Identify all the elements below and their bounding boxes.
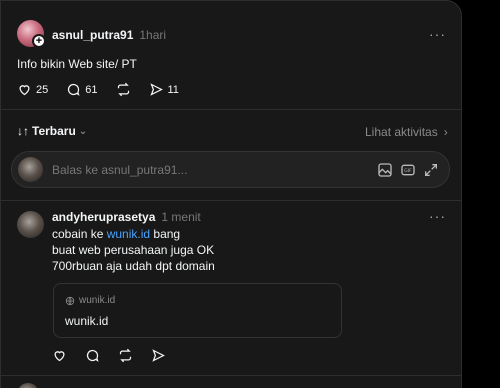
- divider: [1, 375, 461, 376]
- comment-link[interactable]: wunik.id: [107, 227, 150, 241]
- sort-label: Terbaru: [32, 124, 76, 138]
- globe-icon: [65, 296, 75, 305]
- reply-placeholder: Balas ke asnul_putra91...: [52, 163, 188, 177]
- chevron-down-icon: ⌄: [78, 125, 88, 137]
- comment-text: cobain ke wunik.id bang buat web perusah…: [52, 226, 215, 274]
- comment-line-1-prefix: cobain ke: [52, 227, 107, 241]
- heart-icon: [54, 351, 65, 362]
- chevron-right-icon: ›: [443, 125, 448, 139]
- activity-label: Lihat aktivitas: [365, 125, 438, 139]
- repost-icon: [117, 82, 129, 97]
- repost-icon: [119, 348, 132, 363]
- card-domain: wunik.id: [65, 295, 115, 306]
- comment-line-3: 700rbuan aja udah dpt domain: [52, 259, 215, 273]
- post-time: 1hari: [139, 28, 167, 42]
- comment-repost-button[interactable]: [118, 348, 133, 363]
- comment-share-button[interactable]: [151, 348, 166, 363]
- comment-header: andyheruprasetya 1 menit: [52, 210, 201, 224]
- comment-icon: [68, 83, 80, 96]
- sort-icon: ↓↑: [17, 124, 29, 138]
- link-preview-card[interactable]: wunik.id wunik.id: [53, 283, 342, 338]
- comment-count: 61: [85, 83, 98, 96]
- gif-icon[interactable]: GIF: [400, 162, 416, 178]
- post-header: asnul_putra91 1hari: [52, 28, 166, 42]
- comment-like-button[interactable]: [52, 348, 67, 363]
- divider: [1, 109, 461, 110]
- next-avatar: [17, 383, 39, 388]
- like-count: 25: [36, 83, 49, 96]
- more-icon[interactable]: ···: [429, 26, 446, 42]
- share-icon: [152, 349, 165, 362]
- comment-avatar[interactable]: [17, 211, 44, 238]
- sort-dropdown[interactable]: ↓↑ Terbaru ⌄: [17, 124, 87, 138]
- comment-icon: [86, 349, 99, 362]
- comment-more-icon[interactable]: ···: [429, 208, 446, 224]
- image-icon[interactable]: [377, 162, 393, 178]
- divider: [1, 200, 461, 201]
- heart-icon: [19, 85, 30, 96]
- comment-line-2: buat web perusahaan juga OK: [52, 243, 215, 257]
- comment-line-1: cobain ke wunik.id bang: [52, 226, 215, 242]
- post-username[interactable]: asnul_putra91: [52, 28, 133, 42]
- post-text: Info bikin Web site/ PT: [17, 57, 137, 71]
- share-count: 11: [167, 83, 179, 96]
- card-title: wunik.id: [65, 314, 109, 328]
- thread-panel: + asnul_putra91 1hari ··· Info bikin Web…: [0, 0, 462, 388]
- follow-plus-icon[interactable]: +: [32, 34, 46, 48]
- view-activity-link[interactable]: Lihat aktivitas ›: [365, 125, 448, 139]
- svg-text:GIF: GIF: [404, 168, 412, 174]
- expand-icon[interactable]: [423, 162, 439, 178]
- comment-actions: [52, 348, 184, 363]
- post-actions: 25 61 11: [17, 82, 197, 97]
- reply-input[interactable]: Balas ke asnul_putra91... GIF: [11, 151, 450, 188]
- reply-avatar: [18, 157, 43, 182]
- card-domain-text: wunik.id: [79, 295, 116, 306]
- comment-button[interactable]: 61: [66, 82, 98, 97]
- share-button[interactable]: 11: [149, 82, 179, 97]
- share-icon: [149, 83, 163, 96]
- comment-time: 1 menit: [161, 210, 201, 224]
- comment-line-1-suffix: bang: [150, 227, 181, 241]
- repost-button[interactable]: [116, 82, 131, 97]
- comment-reply-button[interactable]: [85, 348, 100, 363]
- like-button[interactable]: 25: [17, 82, 48, 97]
- comment-username[interactable]: andyheruprasetya: [52, 210, 155, 224]
